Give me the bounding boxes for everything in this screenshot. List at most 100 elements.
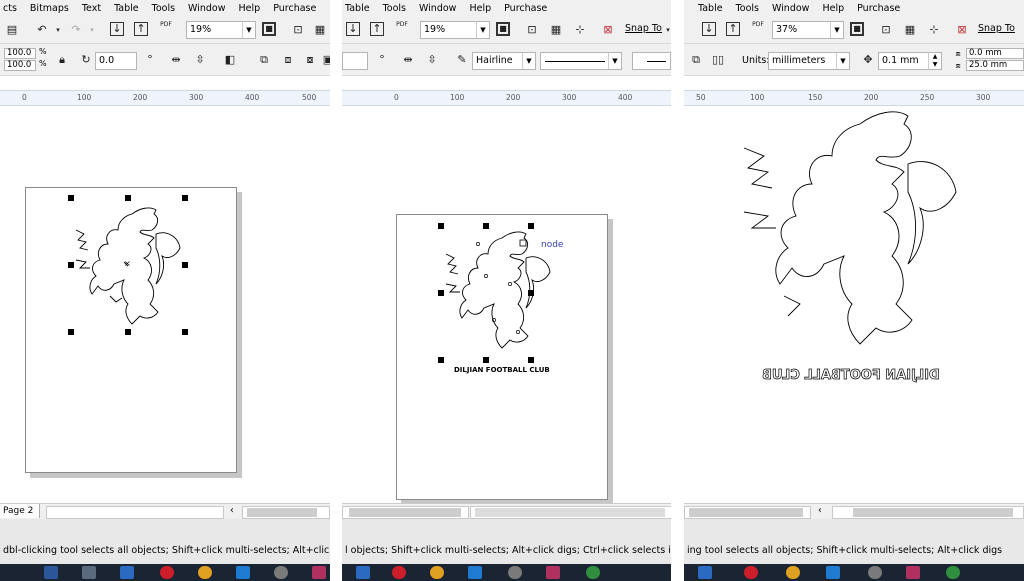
horizontal-ruler[interactable]: 0 100 200 300 400 <box>342 90 671 106</box>
selection-handle[interactable] <box>528 223 534 229</box>
grid-icon[interactable]: ▦ <box>548 22 564 38</box>
duplicate-x-input[interactable]: 0.0 mm <box>966 48 1024 59</box>
vscode-icon[interactable] <box>468 566 482 579</box>
guidelines-icon[interactable]: ⊹ <box>572 22 588 38</box>
chrome-icon[interactable] <box>430 566 444 579</box>
selection-handle[interactable] <box>483 357 489 363</box>
selection-handle[interactable] <box>125 329 131 335</box>
selection-handle[interactable] <box>483 223 489 229</box>
menu-bitmaps[interactable]: Bitmaps <box>30 3 69 14</box>
selection-handle[interactable] <box>438 223 444 229</box>
scroll-thumb[interactable] <box>247 508 317 517</box>
scroll-thumb[interactable] <box>475 508 665 517</box>
opera-icon[interactable] <box>160 566 174 579</box>
chevron-down-icon[interactable]: ▼ <box>522 53 535 69</box>
horizontal-scrollbar[interactable] <box>684 506 811 519</box>
menu-text[interactable]: Text <box>82 3 101 14</box>
menu-tools[interactable]: Tools <box>383 3 406 14</box>
import-icon[interactable]: ↓ <box>702 22 716 36</box>
menu-help[interactable]: Help <box>239 3 261 14</box>
selection-handle[interactable] <box>68 195 74 201</box>
spinner-icon[interactable]: ▲ ▼ <box>928 53 941 69</box>
publish-pdf-icon[interactable]: PDF <box>158 21 174 37</box>
zoom-level-combo[interactable]: 19% ▼ <box>186 21 256 39</box>
app-icon[interactable] <box>312 566 326 579</box>
horizontal-scrollbar[interactable] <box>342 506 469 519</box>
nudge-distance-input[interactable]: 0.1 mm ▲ ▼ <box>878 52 942 70</box>
chevron-down-icon[interactable]: ▼ <box>476 22 489 38</box>
full-screen-icon[interactable]: ■ <box>262 22 276 36</box>
publish-pdf-icon[interactable]: PDF <box>750 21 766 37</box>
menu-table[interactable]: Table <box>114 3 139 14</box>
horizontal-scrollbar[interactable] <box>832 506 1024 519</box>
welcome-screen-icon[interactable]: ⊡ <box>290 22 306 38</box>
scale-height-input[interactable]: 100.0 <box>4 60 36 71</box>
opera-icon[interactable] <box>392 566 406 579</box>
selection-handle[interactable] <box>182 262 188 268</box>
vscode-icon[interactable] <box>236 566 250 579</box>
redo-dropdown-icon[interactable]: ▾ <box>84 22 100 38</box>
club-name-mirrored-text[interactable]: DILJIAN FOOTBALL CLUB <box>762 368 940 384</box>
selection-handle[interactable] <box>528 357 534 363</box>
app-icon[interactable] <box>120 566 134 579</box>
full-screen-icon[interactable]: ■ <box>850 22 864 36</box>
club-name-text[interactable]: DILJIAN FOOTBALL CLUB <box>454 366 550 374</box>
chrome-icon[interactable] <box>786 566 800 579</box>
zoom-level-combo[interactable]: 19% ▼ <box>420 21 490 39</box>
mirror-vertical-icon[interactable]: ⇳ <box>424 52 440 68</box>
chevron-down-icon[interactable]: ▾ <box>660 22 671 38</box>
vscode-icon[interactable] <box>826 566 840 579</box>
welcome-screen-icon[interactable]: ⊡ <box>878 22 894 38</box>
app-icon[interactable] <box>274 566 288 579</box>
app-icon[interactable] <box>508 566 522 579</box>
selection-handle[interactable] <box>438 357 444 363</box>
units-combo[interactable]: millimeters ▼ <box>768 52 850 70</box>
grid-icon[interactable]: ▦ <box>902 22 918 38</box>
scroll-left-icon[interactable]: ‹ <box>818 505 822 516</box>
intersect-icon[interactable]: ⧇ <box>302 52 318 68</box>
export-icon[interactable]: ↑ <box>134 22 148 36</box>
undo-icon[interactable]: ↶ <box>34 22 50 38</box>
scroll-thumb[interactable] <box>689 508 803 517</box>
rotation-angle-input[interactable] <box>342 52 368 70</box>
menu-tools[interactable]: Tools <box>152 3 175 14</box>
snap-to-button[interactable]: Snap To <box>978 23 1015 34</box>
opera-icon[interactable] <box>744 566 758 579</box>
publish-pdf-icon[interactable]: PDF <box>394 21 410 37</box>
coreldraw-icon[interactable] <box>586 566 600 579</box>
mirror-horizontal-icon[interactable]: ⇹ <box>168 52 184 68</box>
arrowhead-combo[interactable] <box>632 52 671 70</box>
duplicate-y-input[interactable]: 25.0 mm <box>966 60 1024 71</box>
path-node[interactable] <box>476 242 480 246</box>
import-icon[interactable]: ↓ <box>346 22 360 36</box>
undo-dropdown-icon[interactable]: ▾ <box>50 22 66 38</box>
outline-width-combo[interactable]: Hairline ▼ <box>472 52 536 70</box>
app-icon[interactable] <box>356 566 370 579</box>
selection-handle[interactable] <box>125 195 131 201</box>
chrome-icon[interactable] <box>198 566 212 579</box>
menu-objects[interactable]: cts <box>3 3 17 14</box>
snap-icon[interactable]: ⊠ <box>600 22 616 38</box>
horizontal-ruler[interactable]: 0 100 200 300 400 500 <box>0 90 330 106</box>
selection-handle[interactable] <box>438 290 444 296</box>
horizontal-scrollbar[interactable] <box>242 506 330 519</box>
path-node[interactable] <box>516 330 520 334</box>
mirror-vertical-icon[interactable]: ⇳ <box>192 52 208 68</box>
lock-ratio-icon[interactable]: 🔒︎ <box>54 52 70 68</box>
chevron-down-icon[interactable]: ▼ <box>608 53 621 69</box>
guidelines-icon[interactable]: ⊹ <box>926 22 942 38</box>
menu-help[interactable]: Help <box>469 3 491 14</box>
import-icon[interactable]: ↓ <box>110 22 124 36</box>
snap-to-button[interactable]: Snap To <box>625 23 662 34</box>
snap-icon[interactable]: ⊠ <box>954 22 970 38</box>
horizontal-scrollbar[interactable] <box>46 506 224 519</box>
selection-handle[interactable] <box>68 262 74 268</box>
chevron-down-icon[interactable]: ▼ <box>830 22 843 38</box>
simplify-icon[interactable]: ▣ <box>320 52 330 68</box>
app-icon[interactable] <box>546 566 560 579</box>
menu-purchase[interactable]: Purchase <box>504 3 547 14</box>
paste-icon[interactable]: ▤ <box>4 22 20 38</box>
scale-width-input[interactable]: 100.0 <box>4 48 36 59</box>
path-node[interactable] <box>508 282 512 286</box>
rotation-angle-input[interactable]: 0.0 <box>95 52 137 70</box>
